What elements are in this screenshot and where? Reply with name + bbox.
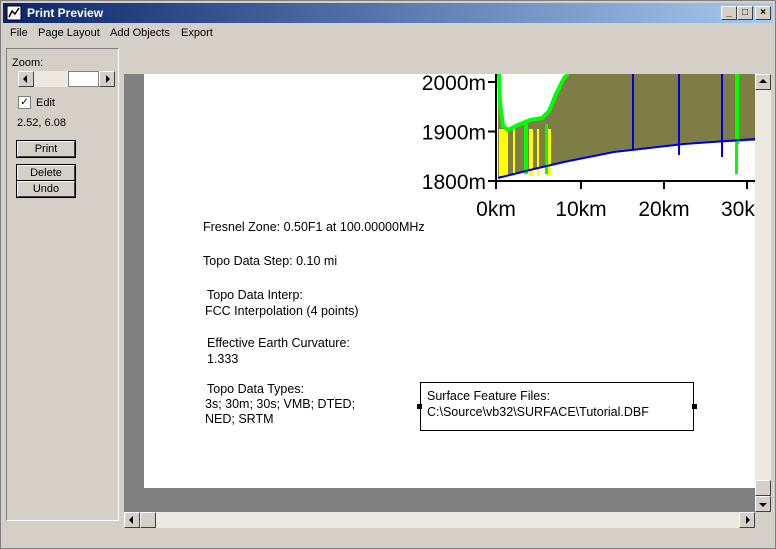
x-tick-label-3: 30k: [721, 198, 755, 221]
maximize-button[interactable]: □: [737, 6, 753, 20]
surface-feature-label: Surface Feature Files:: [427, 389, 550, 403]
print-button[interactable]: Print: [17, 141, 75, 157]
print-preview-window: Print Preview _ □ × File Page Layout Add…: [0, 0, 776, 549]
clearance-strip-0: [499, 129, 508, 176]
fresnel-zone-text: Fresnel Zone: 0.50F1 at 100.00000MHz: [203, 220, 425, 234]
clearance-strip-1: [513, 129, 515, 176]
vertical-scroll-thumb[interactable]: [755, 480, 771, 496]
window-title: Print Preview: [27, 6, 104, 20]
undo-button[interactable]: Undo: [17, 181, 75, 197]
delete-button[interactable]: Delete: [17, 165, 75, 181]
zoom-right-arrow-icon[interactable]: [99, 71, 115, 87]
menu-file[interactable]: File: [10, 27, 28, 39]
preview-page: 2000m 1900m 1800m 0km 10km 20km 30k Fresnel Zo…: [144, 74, 755, 488]
topo-types-label: Topo Data Types:: [207, 382, 305, 396]
menu-bar: File Page Layout Add Objects Export: [3, 24, 773, 43]
scroll-down-arrow-icon[interactable]: [755, 496, 771, 512]
topo-step-text: Topo Data Step: 0.10 mi: [203, 254, 338, 268]
zoom-left-arrow-icon[interactable]: [18, 71, 34, 87]
terrain-profile-chart: 2000m 1900m 1800m 0km 10km 20km 30k: [422, 74, 755, 221]
resize-handle-right[interactable]: [692, 404, 697, 409]
title-bar[interactable]: Print Preview _ □ ×: [3, 3, 773, 23]
horizontal-scrollbar[interactable]: [124, 512, 755, 528]
coordinate-readout: 2.52, 6.08: [17, 117, 66, 129]
vertical-scrollbar[interactable]: [755, 74, 771, 512]
scrollbar-corner: [755, 512, 771, 528]
app-icon: [6, 5, 22, 21]
topo-interp-label: Topo Data Interp:: [207, 288, 303, 302]
topo-interp-value: FCC Interpolation (4 points): [205, 304, 359, 318]
menu-add-objects[interactable]: Add Objects: [110, 27, 170, 39]
fresnel-segment-0: [524, 124, 528, 174]
surface-feature-path: C:\Source\vb32\SURFACE\Tutorial.DBF: [427, 405, 649, 419]
scroll-right-arrow-icon[interactable]: [739, 512, 755, 528]
scroll-up-arrow-icon[interactable]: [755, 74, 771, 90]
y-tick-label-0: 2000m: [422, 74, 486, 95]
status-bar: [3, 531, 773, 548]
scroll-left-arrow-icon[interactable]: [124, 512, 140, 528]
surface-feature-box[interactable]: Surface Feature Files: C:\Source\vb32\SU…: [417, 382, 697, 431]
zoom-slider[interactable]: [18, 71, 115, 87]
x-tick-label-2: 20km: [638, 198, 689, 221]
minimize-button[interactable]: _: [721, 6, 737, 20]
x-tick-label-1: 10km: [555, 198, 606, 221]
y-tick-label-1: 1900m: [422, 122, 486, 145]
y-tick-label-2: 1800m: [422, 171, 486, 194]
topo-types-line2: NED; SRTM: [205, 412, 274, 426]
x-tick-label-0: 0km: [476, 198, 516, 221]
zoom-slider-thumb[interactable]: [68, 71, 99, 87]
control-panel: Zoom: ✓ Edit 2.52, 6.08 Print Delete Und…: [6, 48, 119, 521]
edit-label: Edit: [36, 97, 55, 109]
curvature-value: 1.333: [207, 352, 239, 366]
resize-handle-left[interactable]: [417, 404, 422, 409]
menu-page-layout[interactable]: Page Layout: [38, 27, 100, 39]
curvature-label: Effective Earth Curvature:: [207, 336, 350, 350]
zoom-label: Zoom:: [12, 57, 44, 69]
horizontal-scroll-thumb[interactable]: [140, 512, 156, 528]
preview-viewport[interactable]: 2000m 1900m 1800m 0km 10km 20km 30k Fresnel Zo…: [124, 74, 755, 512]
fresnel-segment-right: [735, 74, 739, 144]
topo-types-line1: 3s; 30m; 30s; VMB; DTED;: [205, 397, 356, 411]
close-button[interactable]: ×: [755, 6, 771, 20]
edit-checkbox[interactable]: ✓: [18, 96, 31, 109]
menu-export[interactable]: Export: [181, 27, 213, 39]
terrain-area: [498, 74, 755, 178]
